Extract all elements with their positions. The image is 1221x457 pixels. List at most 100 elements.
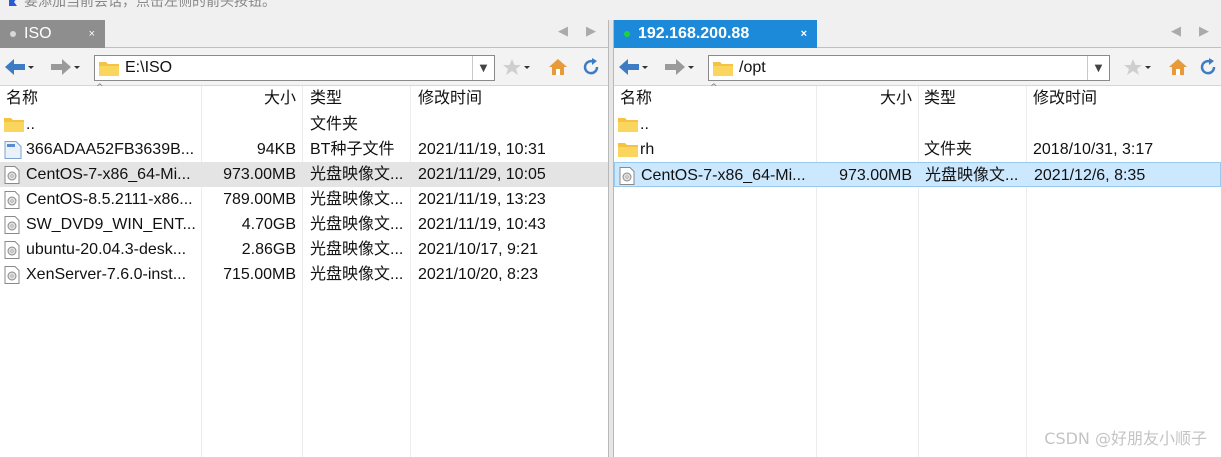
- forward-button[interactable]: [664, 57, 696, 77]
- file-row[interactable]: CentOS-8.5.2111-x86... 789.00MB 光盘映像文... 20…: [0, 187, 608, 212]
- local-toolbar: ▼: [0, 48, 608, 86]
- tab-scroll-arrows: ◀ ▶: [558, 24, 596, 39]
- column-header-type[interactable]: 类型: [924, 86, 956, 112]
- file-type: 光盘映像文...: [310, 166, 404, 183]
- remote-file-list[interactable]: ^ 名称 大小 类型 修改时间 .. rh 文件夹 2018/10/31, 3:17 C…: [614, 83, 1221, 457]
- top-hint-strip: 要添加当前会话，点击左侧的箭头按钮。: [0, 0, 1221, 20]
- tab-local[interactable]: ISO ×: [0, 20, 105, 48]
- disc-image-icon: [4, 216, 20, 238]
- bookmark-button[interactable]: [502, 57, 532, 77]
- file-row[interactable]: SW_DVD9_WIN_ENT... 4.70GB 光盘映像文... 2021/11/…: [0, 212, 608, 237]
- path-combobox[interactable]: ▼: [708, 55, 1110, 81]
- file-name: XenServer-7.6.0-inst...: [26, 266, 187, 283]
- chevron-down-icon[interactable]: ▼: [1087, 56, 1109, 80]
- file-name: CentOS-7-x86_64-Mi...: [26, 166, 191, 183]
- file-modified: 2021/11/19, 10:43: [418, 216, 546, 233]
- refresh-icon: [1200, 58, 1216, 75]
- column-header-type[interactable]: 类型: [310, 86, 342, 112]
- file-size: 973.00MB: [223, 166, 296, 183]
- remote-toolbar: ▼: [614, 48, 1221, 86]
- disc-image-icon: [4, 266, 20, 288]
- file-name: ..: [26, 116, 35, 133]
- back-button[interactable]: [4, 57, 36, 77]
- file-row[interactable]: CentOS-7-x86_64-Mi... 973.00MB 光盘映像文... 202…: [0, 162, 608, 187]
- tab-status-dot: [10, 31, 16, 37]
- forward-arrow-icon: [51, 59, 71, 75]
- file-row[interactable]: 366ADAA52FB3639B... 94KB BT种子文件 2021/11/19,…: [0, 137, 608, 162]
- star-icon: [503, 59, 521, 75]
- close-tab-icon[interactable]: ×: [801, 28, 807, 40]
- file-name: CentOS-8.5.2111-x86...: [26, 191, 193, 208]
- folder-icon: [618, 141, 638, 161]
- file-type: 光盘映像文...: [925, 167, 1019, 184]
- tab-remote[interactable]: 192.168.200.88 ×: [614, 20, 817, 48]
- column-header-size[interactable]: 大小: [264, 86, 296, 112]
- column-header-modified[interactable]: 修改时间: [1033, 86, 1097, 112]
- column-header-modified[interactable]: 修改时间: [418, 86, 482, 112]
- file-row[interactable]: XenServer-7.6.0-inst... 715.00MB 光盘映像文... 2…: [0, 262, 608, 287]
- back-arrow-icon: [619, 59, 639, 75]
- file-modified: 2021/11/19, 13:23: [418, 191, 546, 208]
- file-row[interactable]: CentOS-7-x86_64-Mi... 973.00MB 光盘映像文... 202…: [614, 162, 1221, 187]
- top-hint-text: 要添加当前会话，点击左侧的箭头按钮。: [24, 0, 276, 10]
- column-header-size[interactable]: 大小: [880, 86, 912, 112]
- back-arrow-icon: [5, 59, 25, 75]
- path-input[interactable]: [739, 59, 1087, 77]
- path-combobox[interactable]: ▼: [94, 55, 495, 81]
- folder-icon: [713, 62, 733, 76]
- file-name: rh: [640, 141, 655, 158]
- chevron-down-icon[interactable]: ▼: [472, 56, 494, 80]
- file-row[interactable]: ubuntu-20.04.3-desk... 2.86GB 光盘映像文... 2021…: [0, 237, 608, 262]
- flag-icon: [9, 0, 17, 6]
- file-modified: 2021/11/29, 10:05: [418, 166, 546, 183]
- refresh-button[interactable]: [581, 57, 601, 77]
- refresh-button[interactable]: [1198, 57, 1218, 77]
- tab-scroll-left-icon[interactable]: ◀: [558, 24, 568, 39]
- file-size: [819, 112, 911, 137]
- bookmark-button[interactable]: [1123, 57, 1153, 77]
- chevron-down-icon: [524, 66, 530, 69]
- file-size: [204, 112, 296, 137]
- star-icon: [1124, 59, 1142, 75]
- file-name: SW_DVD9_WIN_ENT...: [26, 216, 196, 233]
- home-button[interactable]: [548, 57, 568, 77]
- local-file-list[interactable]: ^ 名称 大小 类型 修改时间 .. 文件夹 366ADAA52FB3639B...…: [0, 83, 608, 457]
- sort-caret-icon: ^: [96, 83, 104, 93]
- file-modified: [418, 112, 604, 137]
- disc-image-icon: [4, 241, 20, 263]
- chevron-down-icon: [688, 66, 694, 69]
- file-size: 789.00MB: [223, 191, 296, 208]
- file-name: CentOS-7-x86_64-Mi...: [641, 167, 806, 184]
- file-type: [924, 112, 1024, 137]
- column-header-name[interactable]: 名称: [620, 86, 652, 112]
- column-header-name[interactable]: 名称: [6, 86, 38, 112]
- file-type: BT种子文件: [310, 141, 395, 158]
- back-button[interactable]: [618, 57, 650, 77]
- folder-icon: [618, 116, 638, 136]
- close-tab-icon[interactable]: ×: [89, 28, 95, 40]
- forward-button[interactable]: [50, 57, 82, 77]
- file-name: ..: [640, 116, 649, 133]
- tab-scroll-left-icon[interactable]: ◀: [1171, 24, 1181, 39]
- file-size: 2.86GB: [241, 241, 296, 258]
- folder-icon: [4, 116, 24, 136]
- tab-scroll-right-icon[interactable]: ▶: [1199, 24, 1209, 39]
- file-type: 光盘映像文...: [310, 216, 404, 233]
- file-type: 光盘映像文...: [310, 241, 404, 258]
- file-row[interactable]: ..: [614, 112, 1221, 137]
- file-row[interactable]: .. 文件夹: [0, 112, 608, 137]
- list-header: ^ 名称 大小 类型 修改时间: [0, 83, 608, 112]
- file-row[interactable]: rh 文件夹 2018/10/31, 3:17: [614, 137, 1221, 162]
- home-button[interactable]: [1168, 57, 1188, 77]
- file-type: 光盘映像文...: [310, 266, 404, 283]
- chevron-down-icon: [74, 66, 80, 69]
- file-type: 光盘映像文...: [310, 191, 404, 208]
- file-modified: 2021/10/20, 8:23: [418, 266, 539, 283]
- file-modified: [1033, 112, 1219, 137]
- file-size: 715.00MB: [223, 266, 296, 283]
- watermark: CSDN @好朋友小顺子: [1044, 429, 1207, 448]
- tab-scroll-right-icon[interactable]: ▶: [586, 24, 596, 39]
- path-input[interactable]: [125, 59, 472, 77]
- chevron-down-icon: [1145, 66, 1151, 69]
- torrent-file-icon: [4, 141, 22, 163]
